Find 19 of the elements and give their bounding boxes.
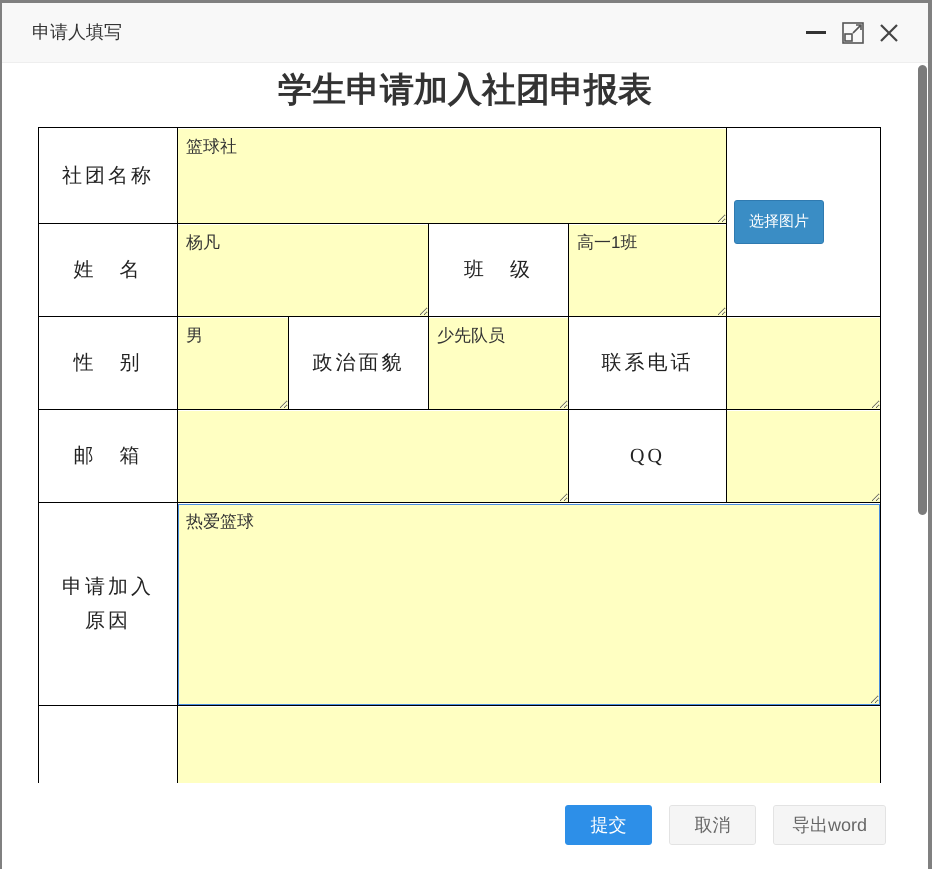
text-area[interactable]: 高一1班	[569, 224, 726, 316]
form-heading: 学生申请加入社团申报表	[277, 70, 653, 111]
maximize-icon[interactable]	[842, 22, 864, 44]
text-area[interactable]: 男	[178, 318, 288, 408]
dialog-title: 申请人填写	[32, 21, 122, 44]
text-area[interactable]	[178, 706, 880, 783]
dialog-button[interactable]: 取消	[669, 805, 756, 845]
scrollbar-thumb[interactable]	[918, 65, 927, 515]
close-icon[interactable]	[880, 24, 898, 42]
choose-image-button[interactable]: 选择图片	[734, 200, 824, 244]
dialog-button[interactable]: 导出word	[773, 805, 886, 845]
text-area[interactable]: 篮球社	[178, 128, 726, 222]
text-area[interactable]	[727, 318, 880, 408]
text-area[interactable]	[727, 410, 880, 502]
text-area[interactable]	[178, 410, 568, 502]
label-cell: 社团名称	[38, 128, 178, 224]
text-area[interactable]: 热爱篮球	[178, 504, 880, 704]
text-area[interactable]: 少先队员	[429, 318, 568, 408]
text-area[interactable]: 杨凡	[178, 224, 428, 316]
